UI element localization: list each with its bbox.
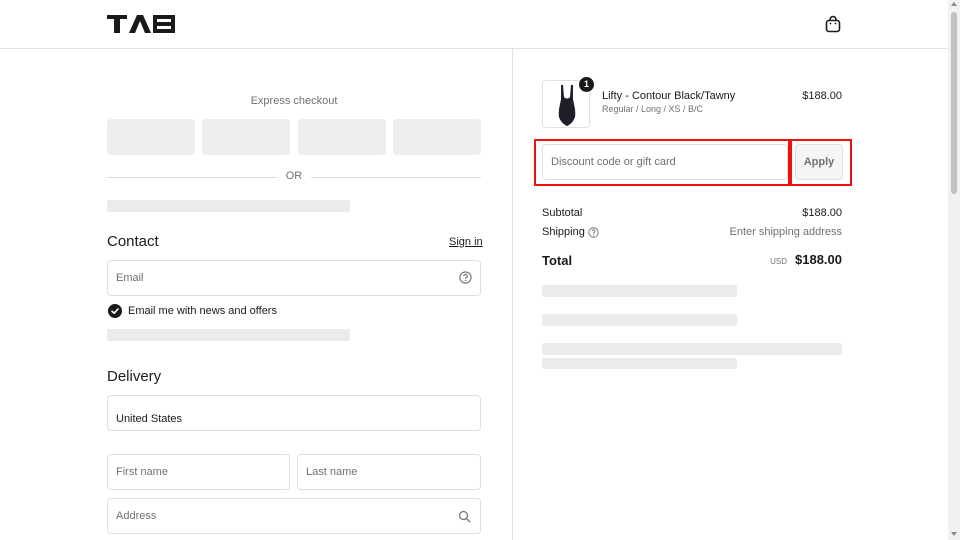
product-name: Lifty - Contour Black/Tawny — [602, 90, 736, 102]
address-field[interactable]: Address — [107, 498, 481, 534]
first-name-field[interactable]: First name — [107, 454, 290, 490]
column-divider — [512, 49, 513, 540]
or-divider: OR — [107, 170, 481, 184]
total-row: Total USD $188.00 — [542, 252, 842, 270]
country-select[interactable]: United States — [107, 395, 481, 431]
loading-placeholder — [542, 285, 737, 297]
loading-placeholder — [107, 329, 350, 341]
delivery-heading: Delivery — [107, 368, 162, 385]
subtotal-row: Subtotal $188.00 — [542, 207, 842, 219]
shipping-row: Shipping Enter shipping address — [542, 226, 842, 238]
email-field[interactable]: Email — [107, 260, 481, 296]
scroll-up-arrow-icon[interactable] — [951, 2, 957, 6]
subtotal-label: Subtotal — [542, 207, 583, 219]
quantity-badge: 1 — [579, 77, 594, 92]
express-pay-button-4[interactable] — [393, 119, 481, 155]
top-header — [0, 0, 948, 49]
last-name-placeholder: Last name — [306, 466, 358, 478]
loading-placeholder — [542, 314, 737, 326]
apply-button[interactable]: Apply — [795, 144, 843, 180]
subtotal-value: $188.00 — [802, 207, 842, 219]
email-placeholder: Email — [116, 272, 144, 284]
loading-placeholder — [542, 343, 842, 355]
shopping-bag-icon[interactable] — [824, 15, 842, 33]
shipping-value: Enter shipping address — [729, 226, 842, 238]
express-pay-button-1[interactable] — [107, 119, 195, 155]
loading-placeholder — [542, 358, 737, 369]
total-value: $188.00 — [795, 252, 842, 267]
scroll-down-arrow-icon[interactable] — [951, 532, 957, 536]
express-pay-button-2[interactable] — [202, 119, 290, 155]
or-line-right — [311, 177, 481, 178]
newsletter-checkbox[interactable] — [108, 304, 122, 318]
discount-code-field[interactable]: Discount code or gift card — [542, 144, 788, 180]
product-price: $188.00 — [802, 90, 842, 102]
newsletter-label: Email me with news and offers — [128, 305, 277, 317]
or-label: OR — [285, 170, 303, 182]
first-name-placeholder: First name — [116, 466, 168, 478]
currency-code: USD — [770, 257, 787, 266]
address-placeholder: Address — [116, 510, 157, 522]
help-circle-icon[interactable] — [588, 226, 599, 238]
sign-in-link[interactable]: Sign in — [449, 236, 483, 248]
last-name-field[interactable]: Last name — [297, 454, 481, 490]
product-variant: Regular / Long / XS / B/C — [602, 104, 704, 114]
brand-logo[interactable] — [107, 15, 175, 33]
express-checkout-label: Express checkout — [250, 95, 338, 107]
search-icon — [458, 510, 471, 523]
total-label: Total — [542, 253, 573, 268]
checkmark-icon — [111, 308, 119, 314]
country-value: United States — [116, 413, 183, 425]
shipping-label: Shipping — [542, 226, 585, 238]
discount-placeholder: Discount code or gift card — [551, 156, 676, 168]
scrollbar-thumb[interactable] — [951, 12, 957, 194]
contact-heading: Contact — [107, 233, 159, 250]
express-pay-button-3[interactable] — [298, 119, 386, 155]
page-scrollbar[interactable] — [948, 0, 960, 540]
loading-placeholder — [107, 200, 350, 212]
help-circle-icon[interactable] — [459, 271, 472, 284]
